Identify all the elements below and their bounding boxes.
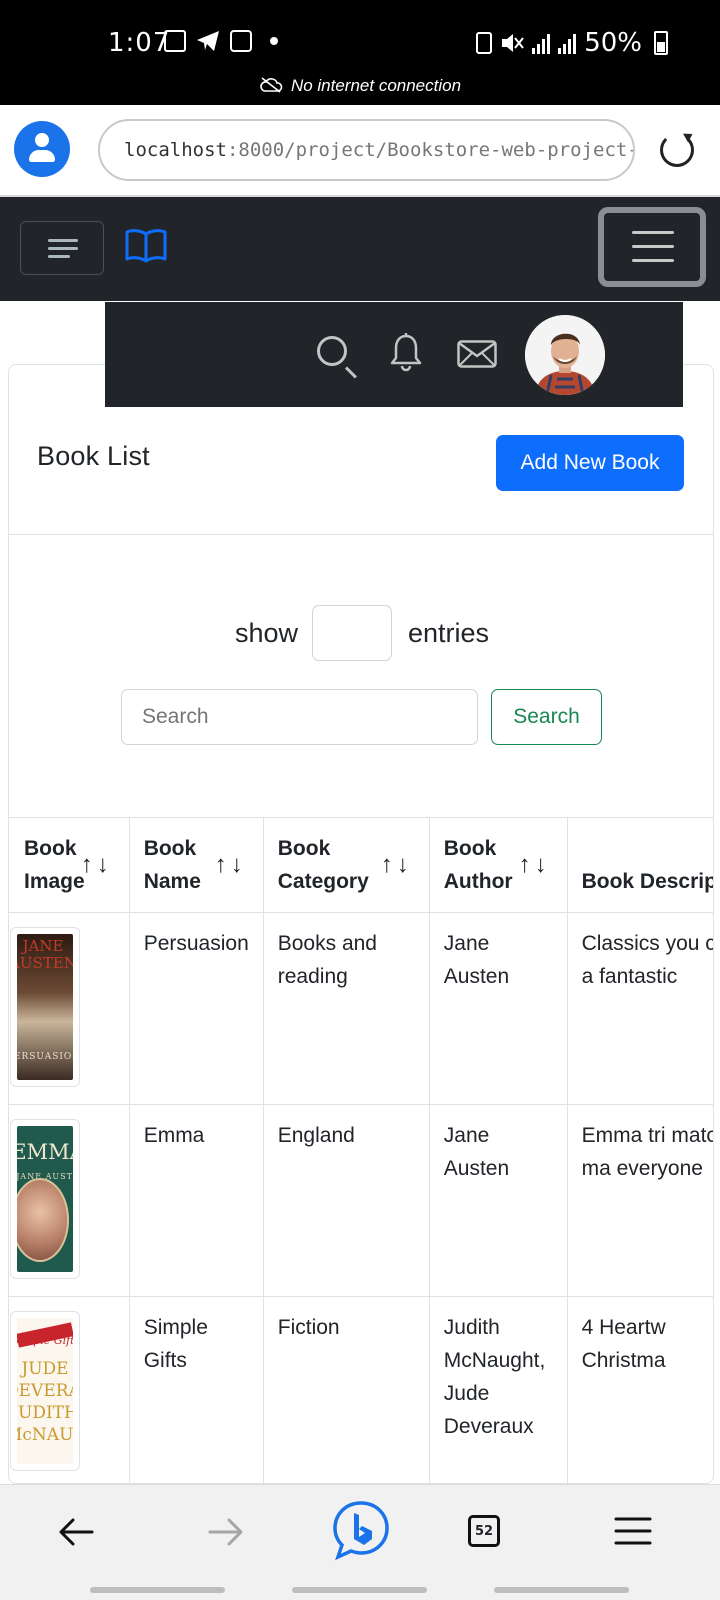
sidebar-toggle-button[interactable] [20,221,104,275]
person-icon-body [29,150,55,162]
signal-icon [532,32,551,54]
gesture-bar [494,1587,629,1593]
navbar-dropdown [105,302,683,407]
cover-title: JANE AUSTEN [17,937,73,972]
battery-icon [654,31,668,55]
column-header-label: Book Name [143,837,201,893]
person-icon [35,133,49,147]
cell-image: Simple Gifts JUDE DEVERAUX JUDITH McNAUG… [9,1296,130,1483]
book-cover-image[interactable]: JANE AUSTEN PERSUASION [10,927,80,1087]
entries-label: entries [407,617,490,648]
browser-toolbar: localhost:8000/project/Bookstore-web-pro… [0,105,720,197]
mute-icon [502,34,524,52]
navbar-toggler-button[interactable] [598,207,706,287]
cell-book-author: Judith McNaught, Jude Deveraux [428,1296,568,1483]
cell-book-name: Emma [128,1104,264,1297]
column-header-name[interactable]: Book Name ↑↓ [128,817,264,913]
book-list-card: Book List Add New Book show entries Sear… [8,364,714,1484]
gallery-icon [164,30,186,52]
search-input[interactable] [121,689,478,745]
divider [9,534,713,535]
cell-book-category: Fiction [262,1296,430,1483]
tabs-icon[interactable]: 52 [468,1515,500,1547]
add-new-book-button[interactable]: Add New Book [496,435,684,491]
network-notice: No internet connection [0,76,720,96]
cell-book-category: Books and reading [262,912,430,1105]
cell-book-author: Jane Austen [428,1104,568,1297]
app-icon [230,30,252,52]
bing-chat-icon[interactable] [330,1499,392,1561]
column-header-label: Book Author [443,837,513,893]
forward-arrow-icon[interactable] [206,1515,246,1549]
sort-arrows-icon[interactable]: ↑↓ [381,848,413,881]
book-icon[interactable] [124,227,168,263]
table-header-row: Book Image ↑↓ Book Name ↑↓ Book Category… [9,817,713,913]
clock: 1:07 [108,28,171,58]
url-host: localhost [124,139,227,161]
telegram-icon [197,31,219,51]
cell-image: JANE AUSTEN PERSUASION [9,912,130,1105]
cover-title: Simple Gifts [17,1334,73,1347]
table-row: Simple Gifts JUDE DEVERAUX JUDITH McNAUG… [9,1296,713,1483]
book-table: Book Image ↑↓ Book Name ↑↓ Book Category… [9,817,713,1483]
cell-image: EMMA JANE AUSTEN [9,1104,130,1297]
search-icon[interactable] [317,336,347,366]
search-button[interactable]: Search [491,689,602,745]
mail-icon[interactable] [457,340,497,368]
cell-book-author: Jane Austen [428,912,568,1105]
more-notifications-icon [270,37,278,45]
recycle-icon [476,32,493,54]
status-right: 50% [476,28,668,58]
cloud-off-icon [260,77,283,93]
cell-book-name: Simple Gifts [128,1296,264,1483]
notification-icons [164,30,278,52]
show-label: show [234,617,298,648]
system-status-bar: 1:07 50% No internet connection [0,0,720,105]
table-row: EMMA JANE AUSTEN Emma England Jane Auste… [9,1104,713,1297]
column-header-author[interactable]: Book Author ↑↓ [428,817,568,913]
reload-icon[interactable] [660,133,694,167]
cover-subtitle: PERSUASION [17,1052,73,1062]
page-title: Book List [37,441,150,471]
battery-percent: 50% [584,28,642,58]
back-arrow-icon[interactable] [56,1515,96,1549]
cell-book-description: Emma tri match ma everyone [566,1104,713,1297]
cell-book-description: 4 Heartw Christma [566,1296,713,1483]
gesture-bar [292,1587,427,1593]
network-notice-text: No internet connection [290,76,462,95]
book-table-wrapper[interactable]: Book Image ↑↓ Book Name ↑↓ Book Category… [9,817,713,1483]
profile-button[interactable] [14,121,70,177]
avatar[interactable] [525,315,605,395]
entries-control: show entries [9,605,713,661]
cover-portrait [17,1178,69,1262]
column-header-image[interactable]: Book Image ↑↓ [9,817,130,913]
book-cover-image[interactable]: EMMA JANE AUSTEN [10,1119,80,1279]
column-header-label: Book Image [24,837,85,893]
cell-book-description: Classics you can a fantastic [566,912,713,1105]
sort-arrows-icon[interactable]: ↑↓ [81,848,113,881]
signal-icon-2 [558,32,577,54]
column-header-category[interactable]: Book Category ↑↓ [262,817,430,913]
cell-book-category: England [262,1104,430,1297]
column-header-description[interactable]: Book Description [566,817,713,913]
browser-bottom-bar: 52 [0,1484,720,1600]
tabs-count: 52 [474,1524,494,1539]
menu-icon[interactable] [614,1515,652,1547]
column-header-label: Book Description [581,870,713,893]
column-header-label: Book Category [277,837,369,893]
user-photo [525,315,605,395]
bell-icon[interactable] [389,332,423,372]
book-cover-image[interactable]: Simple Gifts JUDE DEVERAUX JUDITH McNAUG… [10,1311,80,1471]
cover-subtitle: JUDE DEVERAUX JUDITH McNAUGHT [17,1359,73,1445]
url-path: :8000/project/Bookstore-web-project-main… [226,139,633,161]
cell-book-name: Persuasion [128,912,264,1105]
sort-arrows-icon[interactable]: ↑↓ [215,848,247,881]
address-bar[interactable]: localhost:8000/project/Bookstore-web-pro… [98,119,635,181]
entries-input[interactable] [311,605,392,661]
sort-arrows-icon[interactable]: ↑↓ [519,848,551,881]
table-row: JANE AUSTEN PERSUASION Persuasion Books … [9,912,713,1105]
site-navbar [0,197,720,301]
gesture-bar [90,1587,225,1593]
